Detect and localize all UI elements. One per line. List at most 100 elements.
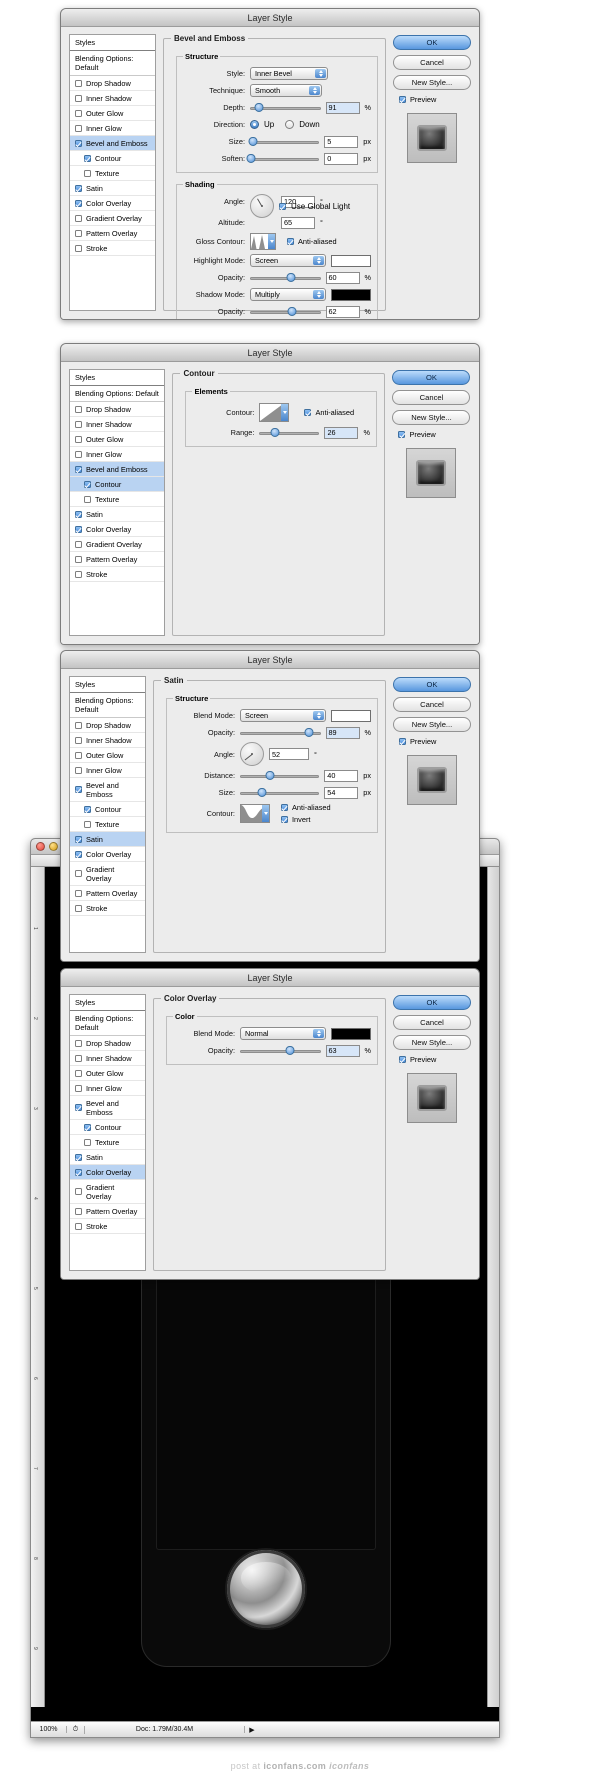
highlight-opacity-input[interactable]: 60 <box>325 271 360 284</box>
style-item-inner-glow[interactable]: Inner Glow <box>70 121 155 136</box>
highlight-mode-select[interactable]: Screen <box>250 254 326 267</box>
checkbox-gradient-overlay[interactable] <box>75 870 82 877</box>
slider-knob[interactable] <box>246 153 256 163</box>
ok-button[interactable]: OK <box>393 677 471 692</box>
style-item-inner-shadow[interactable]: Inner Shadow <box>70 91 155 106</box>
style-item-satin[interactable]: Satin <box>70 1150 145 1165</box>
layer-style-dialog-satin[interactable]: Layer Style Styles Blending Options: Def… <box>60 650 480 962</box>
layer-style-dialog-contour[interactable]: Layer Style Styles Blending Options: Def… <box>60 343 480 645</box>
checkbox-texture[interactable] <box>84 169 91 177</box>
style-item-gradient-overlay[interactable]: Gradient Overlay <box>70 537 165 552</box>
checkbox-texture[interactable] <box>84 495 91 503</box>
opacity-slider[interactable] <box>240 1045 321 1057</box>
style-item-inner-shadow[interactable]: Inner Shadow <box>70 417 165 432</box>
angle-dial[interactable] <box>250 194 274 218</box>
slider-knob[interactable] <box>304 727 314 737</box>
angle-input[interactable]: 52 <box>269 748 309 760</box>
style-item-gradient-overlay[interactable]: Gradient Overlay <box>70 211 155 226</box>
slider-knob[interactable] <box>265 770 275 780</box>
checkbox-stroke[interactable] <box>75 904 82 912</box>
checkbox-outer-glow[interactable] <box>75 109 82 117</box>
checkbox-preview[interactable] <box>399 1056 406 1063</box>
checkbox-contour[interactable] <box>84 1123 91 1131</box>
blend-color-swatch[interactable] <box>331 709 371 722</box>
style-item-outer-glow[interactable]: Outer Glow <box>70 432 165 447</box>
style-item-bevel-and-emboss[interactable]: Bevel and Emboss <box>70 778 145 802</box>
shadow-mode-select[interactable]: Multiply <box>250 288 326 301</box>
checkbox-satin[interactable] <box>75 1153 82 1161</box>
contour-anti-aliased[interactable]: Anti-aliased <box>281 803 331 812</box>
blending-options-item[interactable]: Blending Options: Default <box>70 693 145 718</box>
distance-slider[interactable] <box>240 770 320 782</box>
style-item-drop-shadow[interactable]: Drop Shadow <box>70 402 165 417</box>
contour-invert[interactable]: Invert <box>281 815 331 824</box>
chevron-updown-icon[interactable] <box>313 290 324 299</box>
checkbox-invert[interactable] <box>281 816 288 823</box>
style-item-outer-glow[interactable]: Outer Glow <box>70 748 145 763</box>
radio-direction-down[interactable] <box>285 120 295 129</box>
styles-list[interactable]: Styles Blending Options: Default Drop Sh… <box>69 994 146 1271</box>
style-select[interactable]: Inner Bevel <box>250 67 328 80</box>
style-item-gradient-overlay[interactable]: Gradient Overlay <box>70 1180 145 1204</box>
style-item-inner-glow[interactable]: Inner Glow <box>70 763 145 778</box>
slider-knob[interactable] <box>287 306 297 316</box>
checkbox-color-overlay[interactable] <box>75 199 82 207</box>
depth-input[interactable]: 91 <box>325 101 360 114</box>
checkbox-gradient-overlay[interactable] <box>75 1188 82 1195</box>
range-input[interactable]: 26 <box>324 426 359 439</box>
style-item-pattern-overlay[interactable]: Pattern Overlay <box>70 886 145 901</box>
style-item-drop-shadow[interactable]: Drop Shadow <box>70 718 145 733</box>
cancel-button[interactable]: Cancel <box>393 697 471 712</box>
style-item-contour[interactable]: Contour <box>70 1120 145 1135</box>
style-item-stroke[interactable]: Stroke <box>70 567 165 582</box>
checkbox-gradient-overlay[interactable] <box>75 214 82 222</box>
slider-knob[interactable] <box>248 136 258 146</box>
style-item-inner-glow[interactable]: Inner Glow <box>70 447 165 462</box>
ok-button[interactable]: OK <box>393 35 471 50</box>
cancel-button[interactable]: Cancel <box>392 390 471 405</box>
soften-input[interactable]: 0 <box>324 152 359 165</box>
checkbox-preview[interactable] <box>399 96 406 103</box>
chevron-down-icon[interactable] <box>268 234 275 249</box>
blend-mode-select[interactable]: Normal <box>240 1027 326 1040</box>
styles-list[interactable]: Styles Blending Options: Default Drop Sh… <box>69 676 146 953</box>
style-item-contour[interactable]: Contour <box>70 477 165 492</box>
new-style-button[interactable]: New Style... <box>393 717 471 732</box>
checkbox-gradient-overlay[interactable] <box>75 540 82 548</box>
size-slider[interactable] <box>248 136 320 148</box>
style-item-stroke[interactable]: Stroke <box>70 901 145 916</box>
style-item-pattern-overlay[interactable]: Pattern Overlay <box>70 1204 145 1219</box>
style-item-color-overlay[interactable]: Color Overlay <box>70 847 145 862</box>
preview-toggle[interactable]: Preview <box>393 1055 471 1064</box>
chevron-down-icon[interactable] <box>262 805 269 822</box>
style-item-texture[interactable]: Texture <box>70 1135 145 1150</box>
style-item-outer-glow[interactable]: Outer Glow <box>70 1066 145 1081</box>
checkbox-pattern-overlay[interactable] <box>75 889 82 897</box>
style-item-inner-shadow[interactable]: Inner Shadow <box>70 733 145 748</box>
checkbox-outer-glow[interactable] <box>75 751 82 759</box>
checkbox-contour[interactable] <box>84 480 91 488</box>
checkbox-inner-shadow[interactable] <box>75 94 82 102</box>
chevron-down-icon[interactable] <box>281 403 289 421</box>
angle-dial[interactable] <box>240 742 264 766</box>
checkbox-inner-shadow[interactable] <box>75 420 82 428</box>
soften-slider[interactable] <box>246 153 320 165</box>
checkbox-texture[interactable] <box>84 1138 91 1146</box>
checkbox-outer-glow[interactable] <box>75 1069 82 1077</box>
chevron-updown-icon[interactable] <box>313 256 324 265</box>
checkbox-inner-glow[interactable] <box>75 124 82 132</box>
preview-toggle[interactable]: Preview <box>393 95 471 104</box>
style-item-stroke[interactable]: Stroke <box>70 241 155 256</box>
cancel-button[interactable]: Cancel <box>393 55 471 70</box>
style-item-bevel-and-emboss[interactable]: Bevel and Emboss <box>70 136 155 151</box>
chevron-updown-icon[interactable] <box>309 86 320 95</box>
checkbox-drop-shadow[interactable] <box>75 405 82 413</box>
checkbox-anti-aliased[interactable] <box>281 804 288 811</box>
style-item-pattern-overlay[interactable]: Pattern Overlay <box>70 552 165 567</box>
style-item-outer-glow[interactable]: Outer Glow <box>70 106 155 121</box>
minimize-icon[interactable] <box>49 842 58 851</box>
checkbox-inner-shadow[interactable] <box>75 1054 82 1062</box>
style-item-texture[interactable]: Texture <box>70 817 145 832</box>
status-menu-arrow-icon[interactable]: ▶ <box>245 1726 259 1734</box>
checkbox-bevel-and-emboss[interactable] <box>75 786 82 793</box>
